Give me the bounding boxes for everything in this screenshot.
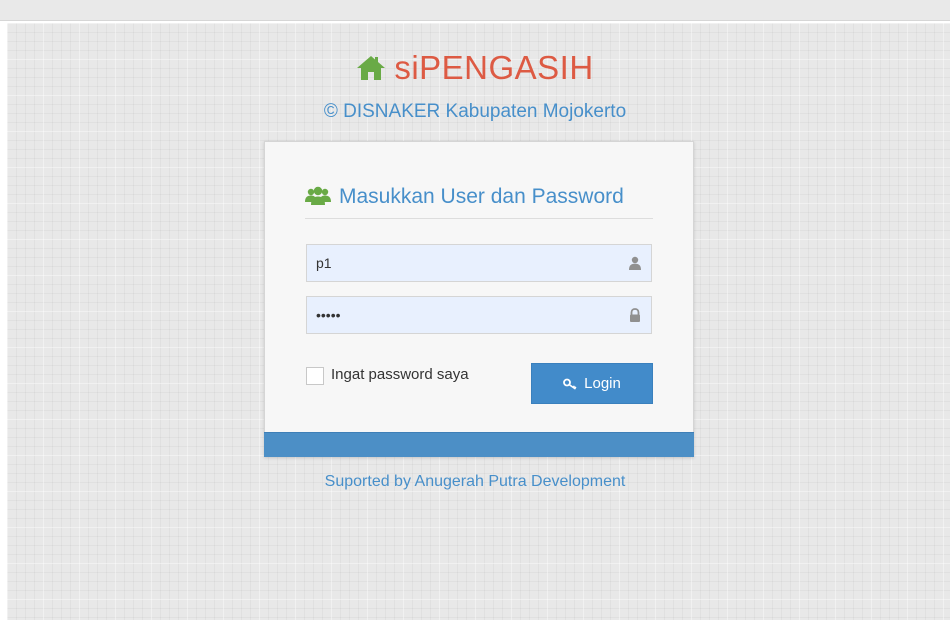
login-button-label: Login	[584, 375, 621, 392]
password-field	[306, 296, 652, 334]
lock-icon	[628, 308, 642, 322]
remember-label: Ingat password saya	[331, 366, 469, 383]
app-title: siPENGASIH	[394, 49, 594, 86]
key-icon	[563, 366, 577, 405]
login-box-header: Masukkan User dan Password	[305, 182, 653, 219]
username-input[interactable]	[307, 245, 651, 281]
users-icon	[305, 185, 331, 215]
remember-checkbox[interactable]	[306, 367, 324, 385]
password-input[interactable]	[307, 297, 651, 333]
login-button[interactable]: Login	[531, 363, 653, 404]
login-box-footer	[264, 432, 694, 457]
home-icon	[356, 50, 386, 90]
browser-top-bar	[0, 0, 950, 21]
login-box-title: Masukkan User dan Password	[339, 185, 624, 208]
username-field	[306, 244, 652, 282]
app-subtitle: © DISNAKER Kabupaten Mojokerto	[323, 101, 627, 122]
supported-by-text: Suported by Anugerah Putra Development	[324, 473, 626, 490]
user-icon	[628, 256, 642, 270]
login-box: Masukkan User dan Password Ingat passwor…	[264, 141, 694, 457]
app-brand: siPENGASIH	[0, 48, 950, 90]
